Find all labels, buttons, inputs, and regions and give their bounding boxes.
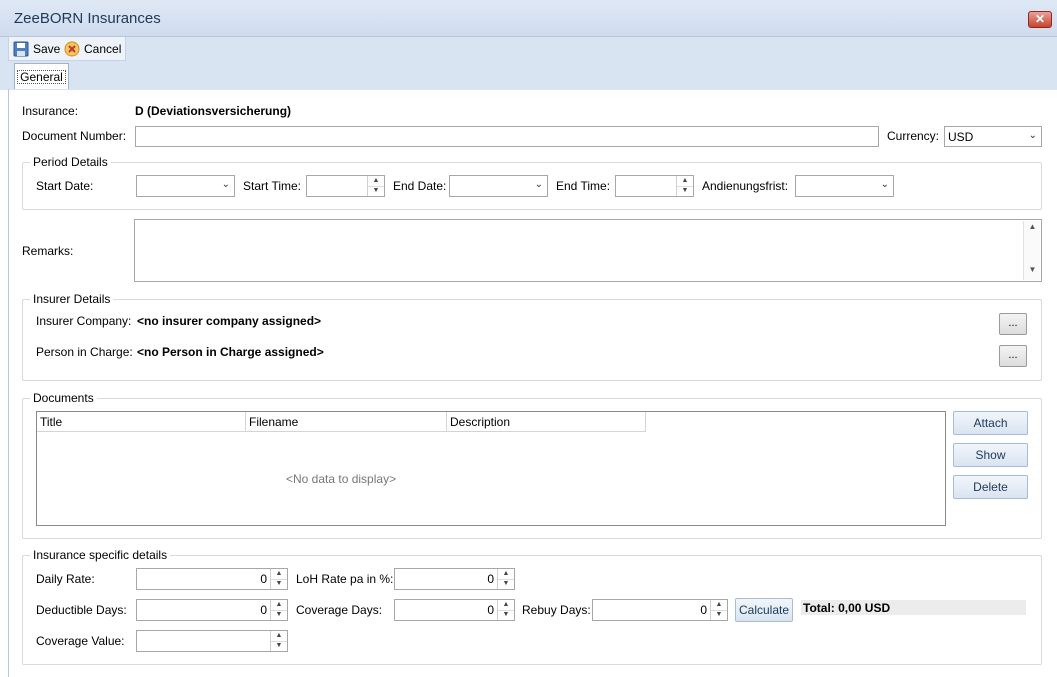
insurance-label: Insurance: — [22, 104, 79, 118]
scroll-down-icon[interactable]: ▼ — [1024, 265, 1041, 279]
cancel-button[interactable]: Cancel — [64, 41, 121, 57]
currency-label: Currency: — [887, 129, 940, 143]
delete-button[interactable]: Delete — [953, 475, 1028, 499]
deductible-days-spinner[interactable]: 0 ▲ ▼ — [136, 599, 288, 621]
insurance-value: D (Deviationsversicherung) — [135, 104, 292, 118]
person-in-charge-label: Person in Charge: — [36, 345, 133, 359]
tab-general-label: General — [17, 70, 66, 84]
remarks-textarea[interactable]: ▲ ▼ — [134, 219, 1042, 282]
currency-value: USD — [948, 130, 974, 144]
total-text: Total: 0,00 USD — [803, 601, 891, 615]
rebuy-days-value: 0 — [700, 603, 707, 617]
document-number-input[interactable] — [135, 126, 879, 147]
person-in-charge-browse-button[interactable]: ... — [999, 345, 1027, 367]
coverage-value-label: Coverage Value: — [36, 634, 125, 648]
window-title: ZeeBORN Insurances — [14, 10, 161, 27]
person-in-charge-value: <no Person in Charge assigned> — [137, 345, 324, 359]
end-time-label: End Time: — [556, 179, 611, 193]
start-date-picker[interactable]: ⌄ — [136, 175, 235, 197]
coverage-days-label: Coverage Days: — [296, 603, 383, 617]
end-date-label: End Date: — [393, 179, 447, 193]
close-icon: ✕ — [1034, 12, 1046, 26]
save-button[interactable]: Save — [13, 41, 60, 57]
chevron-down-icon: ⌄ — [1028, 130, 1037, 141]
spin-down-icon[interactable]: ▼ — [368, 186, 384, 196]
daily-rate-spinner[interactable]: 0 ▲ ▼ — [136, 568, 288, 590]
loh-rate-spinner[interactable]: 0 ▲ ▼ — [394, 568, 515, 590]
deductible-days-label: Deductible Days: — [36, 603, 127, 617]
show-button[interactable]: Show — [953, 443, 1028, 467]
ribbon-area — [0, 37, 1057, 90]
spin-down-icon[interactable]: ▼ — [271, 579, 287, 589]
tab-general[interactable]: General — [14, 63, 69, 89]
end-date-picker[interactable]: ⌄ — [449, 175, 548, 197]
start-time-label: Start Time: — [243, 179, 302, 193]
currency-select[interactable]: USD ⌄ — [944, 126, 1042, 147]
loh-rate-label: LoH Rate pa in %: — [296, 572, 394, 586]
spin-down-icon[interactable]: ▼ — [498, 579, 514, 589]
column-header-title[interactable]: Title — [37, 412, 246, 432]
floppy-disk-icon — [13, 41, 29, 57]
deductible-days-value: 0 — [260, 603, 267, 617]
insurer-company-value: <no insurer company assigned> — [137, 314, 322, 328]
spin-down-icon[interactable]: ▼ — [677, 186, 693, 196]
insurer-company-label: Insurer Company: — [36, 314, 132, 328]
remarks-label: Remarks: — [22, 244, 74, 258]
insurer-details-group — [22, 299, 1042, 381]
daily-rate-value: 0 — [260, 572, 267, 586]
andienungsfrist-label: Andienungsfrist: — [702, 179, 789, 193]
end-time-spinner[interactable]: ▲ ▼ — [615, 175, 694, 197]
coverage-days-spinner[interactable]: 0 ▲ ▼ — [394, 599, 515, 621]
insurer-details-title: Insurer Details — [30, 292, 114, 306]
loh-rate-value: 0 — [487, 572, 494, 586]
rebuy-days-spinner[interactable]: 0 ▲ ▼ — [592, 599, 728, 621]
insurance-specific-title: Insurance specific details — [30, 548, 171, 562]
spin-down-icon[interactable]: ▼ — [271, 610, 287, 620]
rebuy-days-label: Rebuy Days: — [522, 603, 591, 617]
spin-down-icon[interactable]: ▼ — [711, 610, 727, 620]
daily-rate-label: Daily Rate: — [36, 572, 95, 586]
insurer-company-browse-button[interactable]: ... — [999, 313, 1027, 335]
close-button[interactable]: ✕ — [1028, 11, 1052, 28]
save-label: Save — [33, 42, 61, 56]
chevron-down-icon: ⌄ — [221, 179, 230, 190]
spin-down-icon[interactable]: ▼ — [271, 641, 287, 651]
document-number-label: Document Number: — [22, 129, 127, 143]
calculate-button[interactable]: Calculate — [735, 598, 793, 622]
chevron-down-icon: ⌄ — [534, 179, 543, 190]
start-time-spinner[interactable]: ▲ ▼ — [306, 175, 385, 197]
column-header-description[interactable]: Description — [447, 412, 646, 432]
start-date-label: Start Date: — [36, 179, 94, 193]
chevron-down-icon: ⌄ — [880, 179, 889, 190]
column-header-filename[interactable]: Filename — [246, 412, 447, 432]
spin-down-icon[interactable]: ▼ — [498, 610, 514, 620]
remarks-scrollbar[interactable]: ▲ ▼ — [1023, 221, 1040, 280]
andienungsfrist-picker[interactable]: ⌄ — [795, 175, 894, 197]
documents-title: Documents — [30, 391, 97, 405]
cancel-label: Cancel — [84, 42, 122, 56]
scroll-up-icon[interactable]: ▲ — [1024, 222, 1041, 236]
attach-button[interactable]: Attach — [953, 411, 1028, 435]
coverage-value-spinner[interactable]: ▲ ▼ — [136, 630, 288, 652]
cancel-circle-icon — [64, 41, 80, 57]
grid-empty-text: <No data to display> — [286, 472, 397, 486]
documents-grid[interactable]: Title Filename Description <No data to d… — [36, 411, 946, 526]
period-details-title: Period Details — [30, 155, 111, 169]
coverage-days-value: 0 — [487, 603, 494, 617]
